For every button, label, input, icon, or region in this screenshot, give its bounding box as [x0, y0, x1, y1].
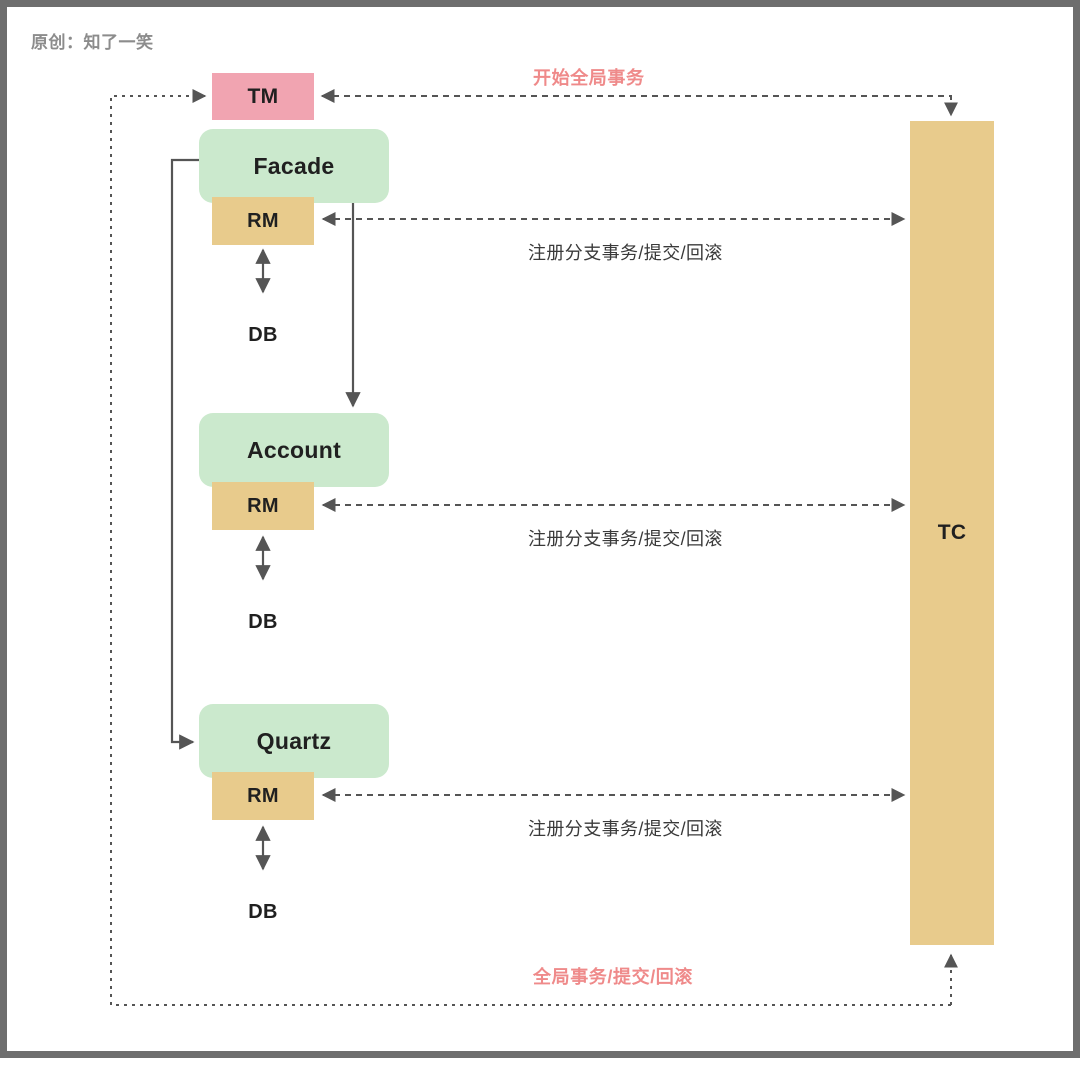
node-account-db[interactable]: DB [199, 580, 327, 654]
node-account-rm-label: RM [247, 494, 279, 517]
edge-label-register-branch-quartz: 注册分支事务/提交/回滚 [528, 819, 723, 839]
node-quartz[interactable]: Quartz [199, 704, 389, 778]
node-quartz-label: Quartz [256, 727, 332, 754]
node-account-rm[interactable]: RM [212, 482, 314, 530]
node-quartz-rm-label: RM [247, 784, 279, 807]
diagram-frame: 原创：知了一笑 TM Facade RM DB Account RM DB Qu… [0, 0, 1080, 1058]
edge-label-register-branch-account: 注册分支事务/提交/回滚 [528, 529, 723, 549]
edge-label-global-tx-commit-rollback: 全局事务/提交/回滚 [533, 967, 694, 987]
node-facade-db-label: DB [248, 323, 278, 346]
node-tm-label: TM [247, 84, 279, 108]
node-facade[interactable]: Facade [199, 129, 389, 203]
node-account[interactable]: Account [199, 413, 389, 487]
edge-label-begin-global-transaction: 开始全局事务 [533, 68, 645, 88]
node-facade-rm-label: RM [247, 209, 279, 232]
node-quartz-db[interactable]: DB [199, 870, 327, 944]
node-quartz-rm[interactable]: RM [212, 772, 314, 820]
edge-begin-global-transaction [320, 89, 958, 117]
node-tc-label: TC [937, 521, 967, 544]
node-tc[interactable]: TC [910, 121, 994, 945]
node-facade-label: Facade [253, 152, 335, 179]
node-tm[interactable]: TM [212, 73, 314, 120]
node-quartz-db-label: DB [248, 900, 278, 923]
edge-label-register-branch-facade: 注册分支事务/提交/回滚 [528, 243, 723, 263]
node-facade-rm[interactable]: RM [212, 197, 314, 245]
node-account-db-label: DB [248, 610, 278, 633]
node-facade-db[interactable]: DB [199, 293, 327, 367]
node-account-label: Account [246, 436, 342, 463]
